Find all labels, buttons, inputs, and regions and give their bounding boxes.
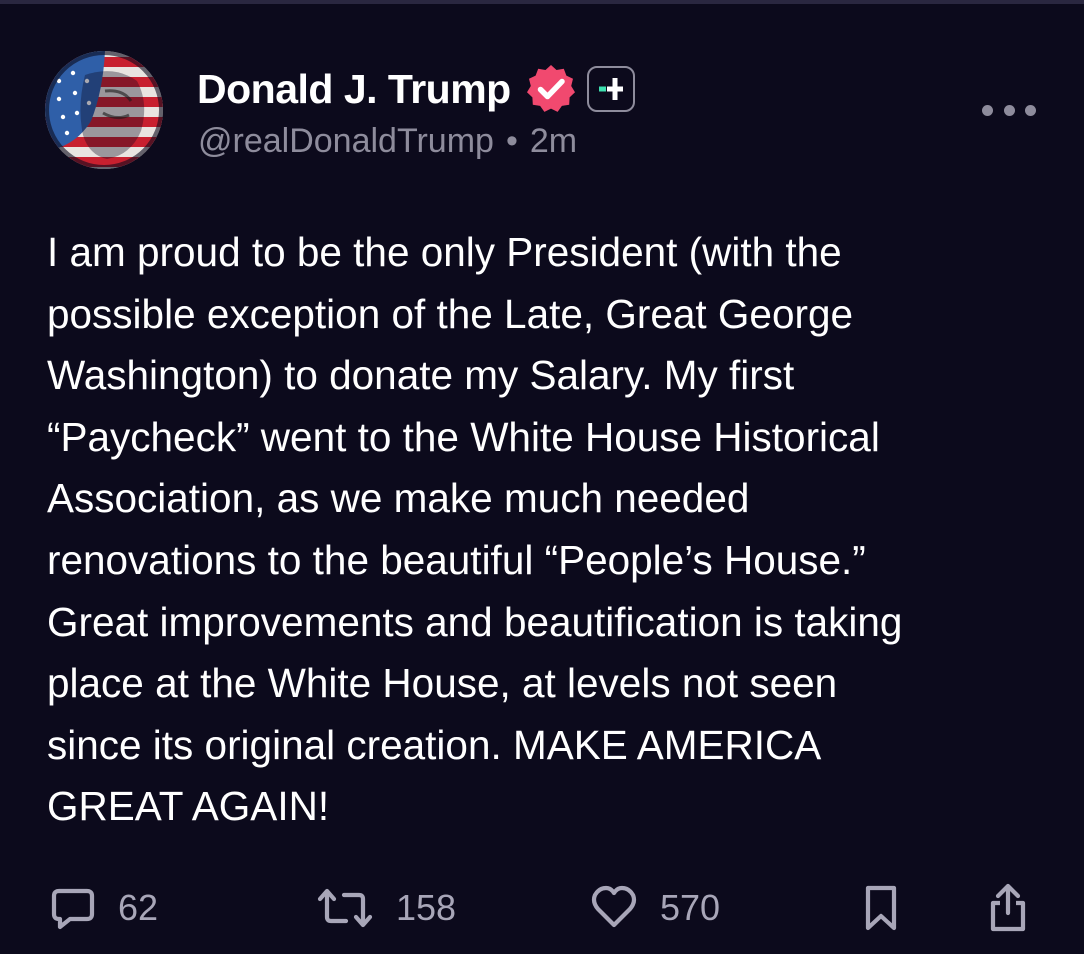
display-name-row: Donald J. Trump xyxy=(197,64,635,114)
post-text-line: Great improvements and beautification is… xyxy=(47,598,903,645)
post-text-line: GREAT AGAIN! xyxy=(47,783,330,830)
retruth-button[interactable]: 158 xyxy=(316,878,456,938)
like-count: 570 xyxy=(660,887,721,928)
repost-arrows-icon xyxy=(317,888,373,928)
bookmark-icon xyxy=(865,885,897,931)
bookmark-button[interactable] xyxy=(862,878,900,938)
truth-plus-badge xyxy=(586,66,635,112)
post-text-line: Washington) to donate my Salary. My firs… xyxy=(47,352,795,399)
more-dots-icon xyxy=(982,104,993,116)
more-dots-icon xyxy=(1025,104,1036,116)
post-text: I am proud to be the only President (wit… xyxy=(47,222,1047,838)
heart-icon xyxy=(591,885,637,928)
post-text-line: Association, as we make much needed xyxy=(47,475,750,522)
truth-post: Donald J. Trump @realDonaldTrump • 2m I … xyxy=(0,0,1084,954)
comment-bubble-icon xyxy=(51,888,95,930)
truth-plus-icon xyxy=(598,78,623,100)
avatar-flag-portrait xyxy=(45,51,163,169)
post-text-line: renovations to the beautiful “People’s H… xyxy=(47,536,866,583)
action-bar: 62 158 570 xyxy=(0,878,1084,938)
post-text-line: since its original creation. MAKE AMERIC… xyxy=(47,721,822,768)
more-dots-icon xyxy=(1003,104,1015,116)
share-button[interactable] xyxy=(986,878,1030,938)
like-button[interactable]: 570 xyxy=(590,878,720,938)
avatar[interactable] xyxy=(45,51,163,169)
post-text-line: possible exception of the Late, Great Ge… xyxy=(47,290,854,337)
display-name[interactable]: Donald J. Trump xyxy=(197,66,511,113)
top-divider xyxy=(0,0,1084,4)
post-text-line: “Paycheck” went to the White House Histo… xyxy=(47,413,880,460)
handle-row: @realDonaldTrump • 2m xyxy=(198,122,577,161)
verified-badge-icon xyxy=(525,63,577,115)
share-icon xyxy=(990,883,1026,932)
user-handle[interactable]: @realDonaldTrump xyxy=(198,122,494,161)
more-options-button[interactable] xyxy=(982,92,1036,128)
separator-dot: • xyxy=(505,122,518,160)
reply-button[interactable]: 62 xyxy=(50,878,158,938)
reply-count: 62 xyxy=(118,887,159,928)
post-text-line: place at the White House, at levels not … xyxy=(47,660,838,707)
retruth-count: 158 xyxy=(396,887,457,928)
post-text-line: I am proud to be the only President (wit… xyxy=(47,229,842,275)
post-timestamp[interactable]: 2m xyxy=(530,122,577,161)
